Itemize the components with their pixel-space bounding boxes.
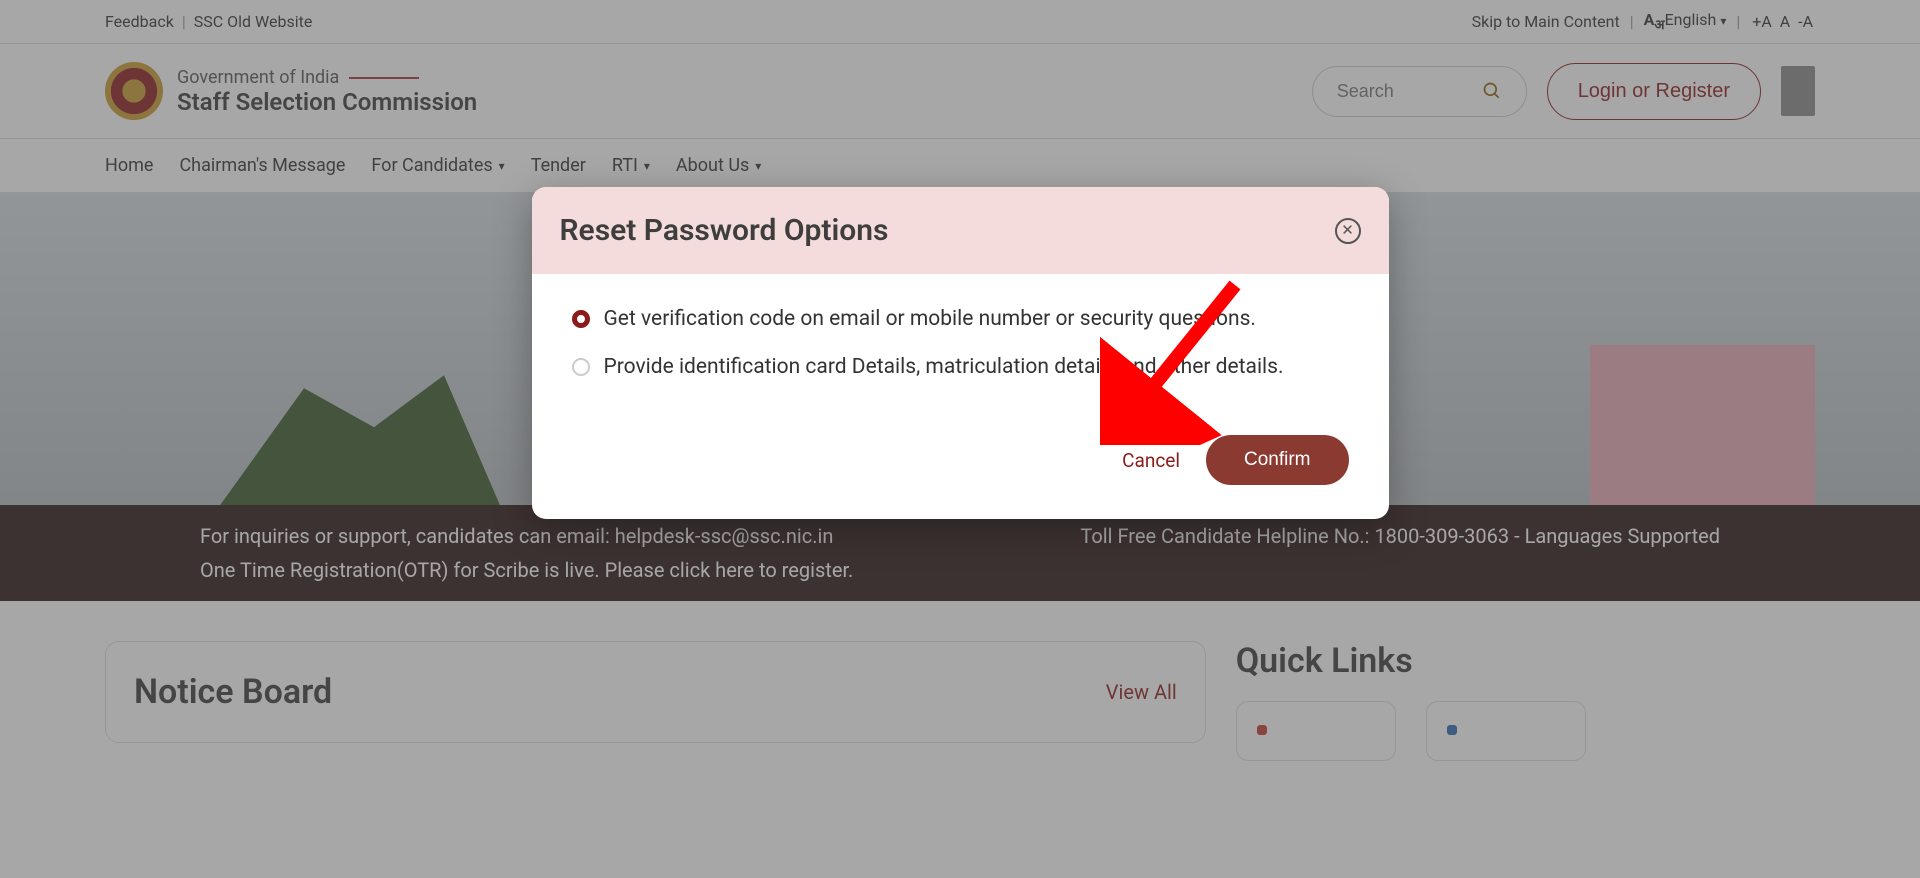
reset-password-modal: Reset Password Options ✕ Get verificatio…	[532, 187, 1389, 519]
modal-footer: Cancel Confirm	[532, 409, 1389, 519]
option-verification-code[interactable]: Get verification code on email or mobile…	[572, 304, 1349, 336]
cancel-button[interactable]: Cancel	[1122, 449, 1180, 472]
modal-header: Reset Password Options ✕	[532, 187, 1389, 274]
modal-title: Reset Password Options	[560, 213, 889, 248]
confirm-button[interactable]: Confirm	[1206, 435, 1349, 485]
close-icon[interactable]: ✕	[1335, 218, 1361, 244]
radio-unselected-icon[interactable]	[572, 358, 590, 376]
option-identification-details[interactable]: Provide identification card Details, mat…	[572, 352, 1349, 384]
modal-body: Get verification code on email or mobile…	[532, 274, 1389, 409]
radio-selected-icon[interactable]	[572, 310, 590, 328]
option-label: Provide identification card Details, mat…	[604, 352, 1284, 384]
option-label: Get verification code on email or mobile…	[604, 304, 1256, 336]
modal-overlay: Reset Password Options ✕ Get verificatio…	[0, 0, 1920, 878]
